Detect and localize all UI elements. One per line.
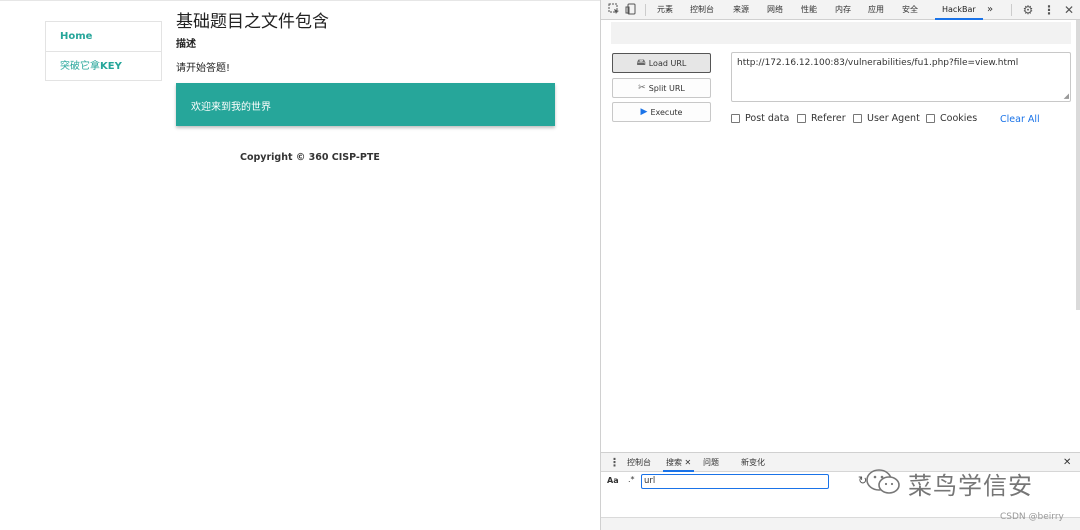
load-url-icon: 🖴: [636, 58, 646, 68]
kebab-menu-icon[interactable]: ⋮: [1042, 3, 1056, 17]
page-title: 基础题目之文件包含: [176, 12, 329, 32]
devtools-panel: 元素 控制台 来源 网络 性能 内存 应用 安全 HackBar » ⚙ ⋮ ✕…: [600, 0, 1080, 530]
cookies-label: Cookies: [940, 113, 978, 124]
hackbar-menu-strip: [611, 22, 1071, 44]
web-page: Home 突破它拿KEY 基础题目之文件包含 描述 请开始答题! 欢迎来到我的世…: [0, 0, 600, 530]
regex-toggle[interactable]: .*: [628, 475, 635, 484]
side-nav: Home 突破它拿KEY: [45, 21, 162, 81]
load-url-button[interactable]: 🖴 Load URL: [612, 53, 711, 73]
drawer-tab-whats-new[interactable]: 新变化: [741, 453, 765, 472]
drawer-tab-search[interactable]: 搜索 ✕: [663, 453, 695, 472]
welcome-banner: 欢迎来到我的世界: [176, 83, 555, 126]
user-agent-checkbox[interactable]: User Agent: [853, 113, 920, 124]
nav-key-prefix: 突破它拿: [60, 61, 100, 72]
toolbar-divider: [1011, 4, 1012, 16]
toolbar-divider: [645, 4, 646, 16]
close-drawer-icon[interactable]: ✕: [1063, 453, 1071, 472]
post-data-checkbox[interactable]: Post data: [731, 113, 789, 124]
tab-sources[interactable]: 来源: [733, 0, 749, 20]
csdn-watermark: CSDN @beirry: [1000, 512, 1064, 522]
tab-performance[interactable]: 性能: [801, 0, 817, 20]
clear-all-link[interactable]: Clear All: [1000, 114, 1040, 125]
copyright-footer: Copyright © 360 CISP-PTE: [240, 152, 380, 163]
tab-hackbar[interactable]: HackBar: [935, 0, 983, 20]
tab-application[interactable]: 应用: [868, 0, 884, 20]
play-icon: ▶: [640, 107, 648, 117]
drawer-tab-console[interactable]: 控制台: [627, 453, 651, 472]
split-url-icon: ✂: [638, 83, 646, 93]
checkbox-box[interactable]: [853, 114, 862, 123]
search-input[interactable]: url: [641, 474, 829, 489]
more-tabs-button[interactable]: »: [987, 0, 993, 20]
referer-label: Referer: [811, 113, 846, 124]
wechat-logo-icon: [865, 467, 901, 497]
match-case-toggle[interactable]: Aa: [607, 476, 619, 485]
split-url-button[interactable]: ✂ Split URL: [612, 78, 711, 98]
checkbox-box[interactable]: [926, 114, 935, 123]
close-devtools-icon[interactable]: ✕: [1062, 3, 1076, 17]
execute-label: Execute: [650, 107, 683, 117]
nav-item-home[interactable]: Home: [46, 22, 161, 51]
checkbox-box[interactable]: [797, 114, 806, 123]
close-tab-icon[interactable]: ✕: [685, 458, 692, 467]
description-heading: 描述: [176, 39, 196, 50]
inspect-element-icon[interactable]: [607, 3, 621, 17]
tab-network[interactable]: 网络: [767, 0, 783, 20]
drawer-menu-icon[interactable]: ⋮: [609, 453, 620, 472]
cookies-checkbox[interactable]: Cookies: [926, 113, 977, 124]
resize-grip-icon[interactable]: ◢: [1064, 92, 1069, 100]
post-data-label: Post data: [745, 113, 790, 124]
tab-security[interactable]: 安全: [902, 0, 918, 20]
nav-item-get-key[interactable]: 突破它拿KEY: [46, 51, 161, 80]
tab-console[interactable]: 控制台: [690, 0, 714, 20]
banner-text: 欢迎来到我的世界: [191, 102, 271, 113]
execute-button[interactable]: ▶ Execute: [612, 102, 711, 122]
url-value: http://172.16.12.100:83/vulnerabilities/…: [737, 58, 1019, 68]
screenshot: Home 突破它拿KEY 基础题目之文件包含 描述 请开始答题! 欢迎来到我的世…: [0, 0, 1080, 530]
devtools-toolbar: 元素 控制台 来源 网络 性能 内存 应用 安全 HackBar » ⚙ ⋮ ✕: [601, 0, 1080, 20]
wechat-watermark-text: 菜鸟学信安: [908, 472, 1033, 500]
nav-key-suffix: KEY: [100, 61, 122, 72]
drawer-tab-search-label: 搜索: [666, 458, 682, 467]
prompt-text: 请开始答题!: [176, 63, 231, 74]
tab-memory[interactable]: 内存: [835, 0, 851, 20]
user-agent-label: User Agent: [867, 113, 920, 124]
drawer-tab-issues[interactable]: 问题: [703, 453, 719, 472]
referer-checkbox[interactable]: Referer: [797, 113, 846, 124]
tab-elements[interactable]: 元素: [657, 0, 673, 20]
device-toggle-icon[interactable]: [624, 3, 638, 17]
checkbox-box[interactable]: [731, 114, 740, 123]
split-url-label: Split URL: [648, 83, 685, 93]
settings-gear-icon[interactable]: ⚙: [1021, 3, 1035, 17]
load-url-label: Load URL: [648, 58, 687, 68]
url-textarea[interactable]: http://172.16.12.100:83/vulnerabilities/…: [731, 52, 1071, 102]
panel-scrollbar[interactable]: [1076, 20, 1080, 310]
